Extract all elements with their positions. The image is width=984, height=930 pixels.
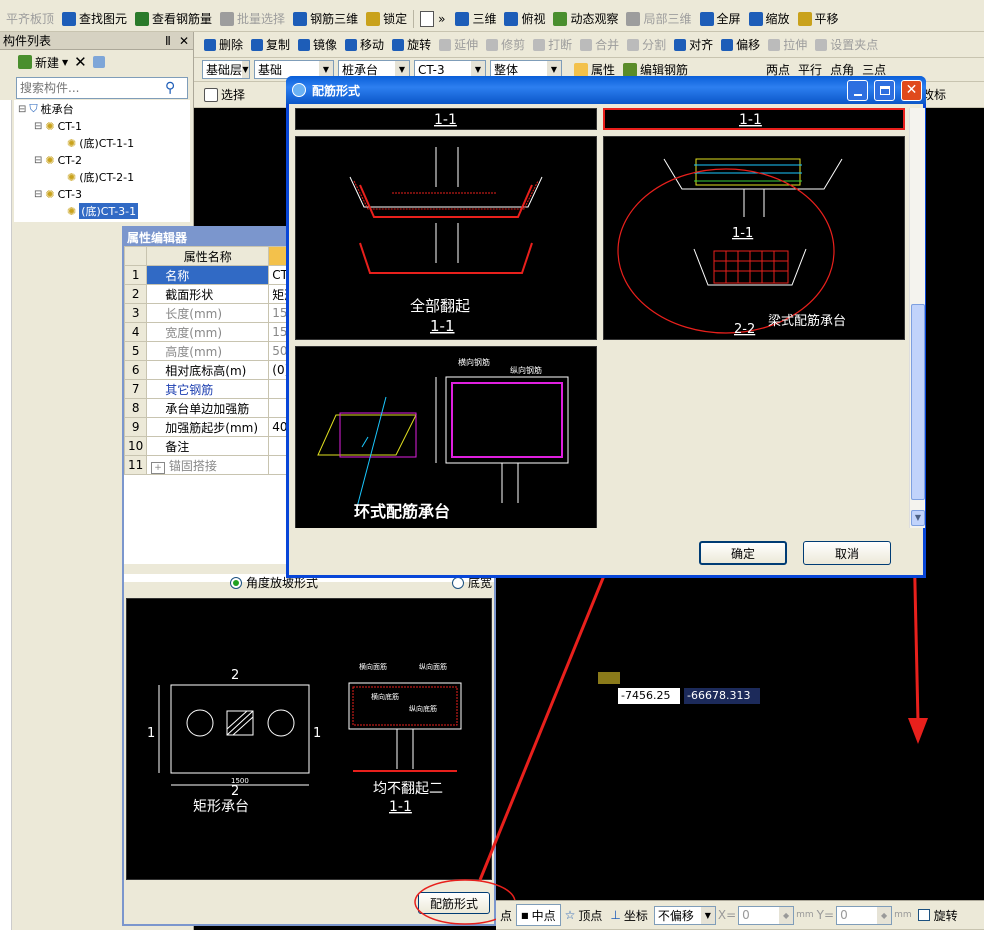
maximize-button[interactable]	[874, 79, 895, 101]
rebar-form-dialog: 配筋形式 ✕ 1-1 1-1 全部翻起 1-1 1-1 2-2 梁式配筋承台 横…	[286, 76, 926, 578]
rotate-checkbox[interactable]	[917, 909, 930, 921]
x-unit: mm	[796, 910, 814, 920]
vertex-icon: ☆	[564, 908, 576, 922]
x-value: 0	[742, 908, 750, 922]
beam-label: 梁式配筋承台	[768, 313, 846, 329]
close-icon: ✕	[905, 82, 918, 98]
vertex-label: 顶点	[578, 908, 603, 923]
y-unit: mm	[894, 910, 912, 920]
coord-toggle[interactable]: ⊥ 坐标	[606, 904, 651, 926]
rotate-label: 旋转	[933, 908, 958, 923]
minimize-button[interactable]	[847, 79, 868, 101]
vertex-toggle[interactable]: ☆ 顶点	[561, 904, 607, 926]
minimize-icon	[853, 93, 862, 96]
form-gallery: 1-1 1-1 全部翻起 1-1 1-1 2-2 梁式配筋承台 横向钢筋 纵向钢…	[293, 108, 909, 528]
offset-value: 不偏移	[657, 908, 694, 923]
cancel-button[interactable]: 取消	[803, 541, 891, 565]
all-fold-section: 1-1	[430, 317, 455, 335]
dialog-titlebar: 配筋形式 ✕	[286, 76, 926, 104]
point-fragment: 点	[500, 908, 513, 923]
maximize-icon	[879, 85, 890, 95]
scrollbar-thumb[interactable]	[911, 304, 925, 500]
beam-section-a: 1-1	[732, 226, 753, 241]
gallery-scrollbar[interactable]: ▼	[909, 108, 925, 528]
stepper-icon: ◆	[877, 906, 892, 924]
cap-outline	[349, 176, 543, 208]
app-icon	[292, 83, 306, 97]
form-cell-empty	[603, 346, 905, 528]
stepper-icon: ◆	[779, 906, 794, 924]
section-label: 1-1	[434, 112, 457, 128]
coord-icon: ⊥	[610, 908, 621, 922]
y-label: Y=	[816, 908, 835, 922]
dialog-title: 配筋形式	[312, 83, 361, 98]
midpoint-icon: ■	[521, 910, 529, 920]
x-label: X=	[717, 908, 737, 922]
form-cell-all-fold[interactable]: 全部翻起 1-1	[295, 136, 597, 340]
x-input[interactable]: 0 ◆	[738, 905, 795, 925]
y-input[interactable]: 0 ◆	[836, 905, 893, 925]
scroll-down-icon[interactable]: ▼	[911, 510, 925, 526]
midpoint-toggle[interactable]: ■ 中点	[516, 904, 561, 926]
ring-top-rebar: 横向钢筋	[458, 357, 490, 367]
form-cell-partial-right[interactable]: 1-1	[603, 108, 905, 130]
close-button[interactable]: ✕	[901, 79, 922, 101]
coord-label: 坐标	[623, 908, 648, 923]
ring-long-rebar: 纵向钢筋	[510, 365, 542, 375]
form-cell-partial-left[interactable]: 1-1	[295, 108, 597, 130]
ok-button[interactable]: 确定	[699, 541, 787, 565]
beam-section-b: 2-2	[734, 322, 755, 337]
chevron-down-icon: ▼	[700, 906, 715, 924]
all-fold-label: 全部翻起	[410, 297, 470, 315]
offset-select[interactable]: 不偏移 ▼	[653, 905, 716, 925]
status-bar: 点 ■ 中点 ☆ 顶点 ⊥ 坐标 不偏移 ▼ X= 0 ◆ mm Y= 0 ◆ mm 旋转	[496, 900, 984, 930]
midpoint-label: 中点	[531, 908, 556, 923]
y-value: 0	[840, 908, 848, 922]
section-label: 1-1	[739, 112, 762, 128]
ring-label: 环式配筋承台	[354, 502, 450, 521]
form-cell-beam[interactable]: 1-1 2-2 梁式配筋承台	[603, 136, 905, 340]
form-cell-ring[interactable]: 横向钢筋 纵向钢筋 环式配筋承台	[295, 346, 597, 528]
annotation-arrowhead-down	[908, 718, 928, 744]
